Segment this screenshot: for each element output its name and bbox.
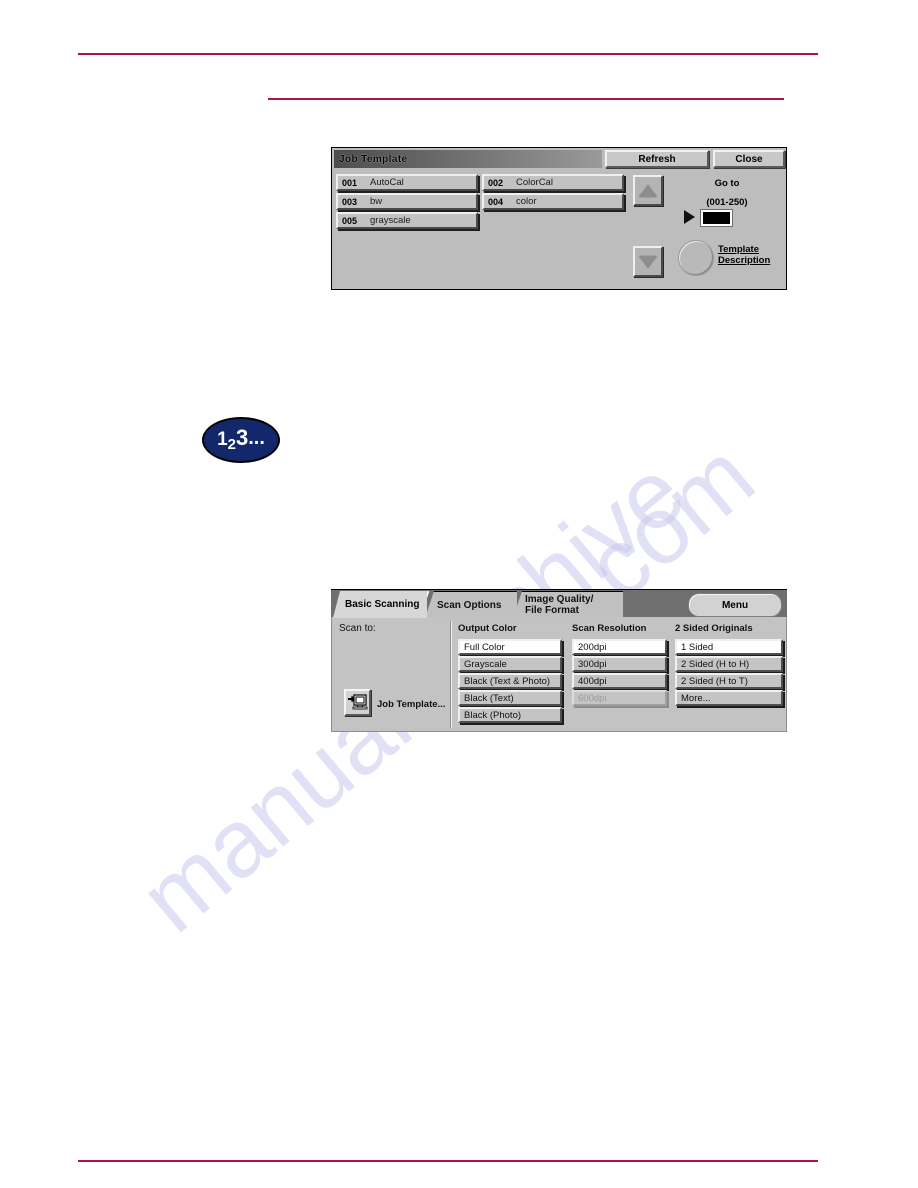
template-item-001[interactable]: 001 AutoCal xyxy=(336,174,478,191)
template-name: bw xyxy=(370,196,383,207)
goto-label: Go to xyxy=(714,178,740,189)
tab-label: Basic Scanning xyxy=(345,599,420,610)
badge-ellipsis: ... xyxy=(248,426,265,449)
template-item-002[interactable]: 002 ColorCal xyxy=(482,174,624,191)
template-number: 004 xyxy=(488,196,504,207)
option-2-sided-h-to-h[interactable]: 2 Sided (H to H) xyxy=(675,656,783,672)
footer-rule xyxy=(78,1160,818,1162)
template-number: 003 xyxy=(342,196,358,207)
scan-screen: Image Quality/ File Format Scan Options … xyxy=(331,589,787,732)
template-name: color xyxy=(516,196,537,207)
template-item-004[interactable]: 004 color xyxy=(482,193,624,210)
template-number: 001 xyxy=(342,177,358,188)
tab-image-quality-file-format[interactable]: Image Quality/ File Format xyxy=(513,591,623,618)
template-item-003[interactable]: 003 bw xyxy=(336,193,478,210)
close-button[interactable]: Close xyxy=(713,150,785,168)
scan-tabbar: Image Quality/ File Format Scan Options … xyxy=(331,589,787,618)
badge-digit-3: 3 xyxy=(236,425,249,450)
option-black-text-and-photo[interactable]: Black (Text & Photo) xyxy=(458,673,562,689)
option-grayscale[interactable]: Grayscale xyxy=(458,656,562,672)
option-300dpi[interactable]: 300dpi xyxy=(572,656,667,672)
template-description-line2: Description xyxy=(718,255,771,266)
template-name: ColorCal xyxy=(516,177,553,188)
option-full-color[interactable]: Full Color xyxy=(458,639,562,655)
option-1-sided[interactable]: 1 Sided xyxy=(675,639,783,655)
template-name: AutoCal xyxy=(370,177,404,188)
column-header-output-color: Output Color xyxy=(458,623,517,634)
menu-button[interactable]: Menu xyxy=(688,593,782,617)
scan-to-label: Scan to: xyxy=(339,623,376,634)
tab-label-line2: File Format xyxy=(525,605,579,616)
scroll-up-button[interactable] xyxy=(633,175,663,206)
badge-oval: 1 2 3 ... xyxy=(202,417,280,463)
triangle-down-icon xyxy=(639,255,657,268)
badge-digit-2: 2 xyxy=(227,435,236,453)
job-template-dialog: Job Template Refresh Close 001 AutoCal 0… xyxy=(331,147,787,290)
option-black-text[interactable]: Black (Text) xyxy=(458,690,562,706)
job-template-title: Job Template xyxy=(339,153,408,165)
header-rule xyxy=(78,53,818,55)
job-template-icon[interactable] xyxy=(344,689,371,716)
option-black-photo[interactable]: Black (Photo) xyxy=(458,707,562,723)
option-600dpi: 600dpi xyxy=(572,690,667,706)
option-200dpi[interactable]: 200dpi xyxy=(572,639,667,655)
scan-body: Scan to: Job Template... Output Color Fu… xyxy=(331,617,787,732)
template-description-label: Template Description xyxy=(718,244,770,266)
goto-arrow-icon xyxy=(684,210,695,224)
template-number: 005 xyxy=(342,215,358,226)
job-template-button-label: Job Template... xyxy=(377,699,446,710)
template-item-005[interactable]: 005 grayscale xyxy=(336,212,478,229)
section-rule xyxy=(268,98,784,100)
job-template-titlebar: Job Template xyxy=(334,150,602,168)
goto-range-label: (001-250) xyxy=(706,197,748,208)
template-description-line1: Template xyxy=(718,244,760,255)
column-divider xyxy=(450,621,451,728)
tab-basic-scanning[interactable]: Basic Scanning xyxy=(333,591,427,618)
goto-input[interactable] xyxy=(700,209,733,227)
tab-label: Scan Options xyxy=(437,599,502,611)
option-400dpi[interactable]: 400dpi xyxy=(572,673,667,689)
badge-digit-1: 1 xyxy=(217,429,228,450)
tab-label-line1: Image Quality/ xyxy=(525,594,594,605)
column-header-2-sided-originals: 2 Sided Originals xyxy=(675,623,753,634)
triangle-up-icon xyxy=(639,184,657,197)
option-2-sided-h-to-t[interactable]: 2 Sided (H to T) xyxy=(675,673,783,689)
tab-scan-options[interactable]: Scan Options xyxy=(425,591,517,618)
monitor-import-icon xyxy=(347,694,367,710)
column-header-scan-resolution: Scan Resolution xyxy=(572,623,647,634)
template-description-radio[interactable] xyxy=(678,240,714,276)
refresh-button[interactable]: Refresh xyxy=(605,150,709,168)
scroll-down-button[interactable] xyxy=(633,246,663,277)
option-more[interactable]: More... xyxy=(675,690,783,706)
template-name: grayscale xyxy=(370,215,411,226)
step-number-badge: 1 2 3 ... xyxy=(202,417,280,463)
template-number: 002 xyxy=(488,177,504,188)
